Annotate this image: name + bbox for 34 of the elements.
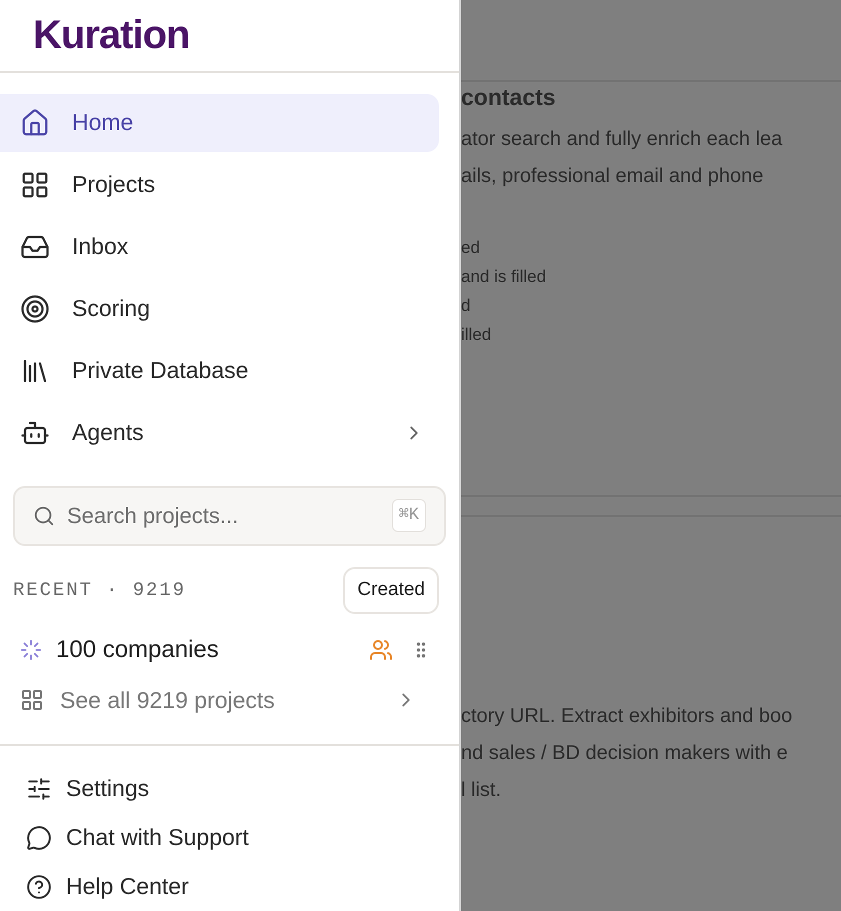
shortcut-key: ⌘K (392, 498, 426, 532)
search-input[interactable]: Search projects... (67, 499, 392, 532)
project-item[interactable]: 100 companies (0, 628, 459, 672)
list-line: and is filled (461, 266, 548, 288)
list-line: ed (461, 237, 481, 259)
footer-link[interactable]: Help Center (0, 862, 459, 911)
grid-icon (20, 170, 50, 200)
search-icon (33, 504, 55, 527)
recent-count-label: RECENT · 9219 (13, 578, 186, 603)
sort-button[interactable]: Created (343, 566, 439, 614)
description-line: ctory URL. Extract exhibitors and boo (461, 704, 794, 729)
description-line: nd sales / BD decision makers with e (461, 741, 789, 766)
house-icon (20, 108, 50, 138)
card-heading: contacts (461, 83, 557, 111)
list-line: illed (461, 324, 492, 346)
nav-item[interactable]: Home (0, 94, 439, 152)
nav-item[interactable]: Inbox (0, 218, 439, 276)
description-line: l list. (461, 778, 502, 803)
help-icon (26, 874, 52, 900)
footer-link[interactable]: Chat with Support (0, 813, 459, 862)
description-line: ator search and fully enrich each lea (461, 127, 784, 152)
sliders-icon (26, 776, 52, 802)
list-line: d (461, 295, 472, 317)
footer-link[interactable]: Settings (0, 764, 459, 814)
chat-bubble-icon (26, 824, 52, 851)
grid-icon (20, 688, 44, 712)
nav-item[interactable]: Scoring (0, 280, 439, 338)
kuration-logo[interactable]: Kuration (33, 15, 190, 56)
description-line: ails, professional email and phone (461, 164, 764, 189)
nav-item[interactable]: Projects (0, 156, 439, 214)
see-all-link[interactable]: See all 9219 projects (0, 678, 459, 722)
nav-item[interactable]: Agents (0, 404, 439, 462)
target-icon (20, 294, 50, 324)
nav-item[interactable]: Private Database (0, 342, 439, 400)
